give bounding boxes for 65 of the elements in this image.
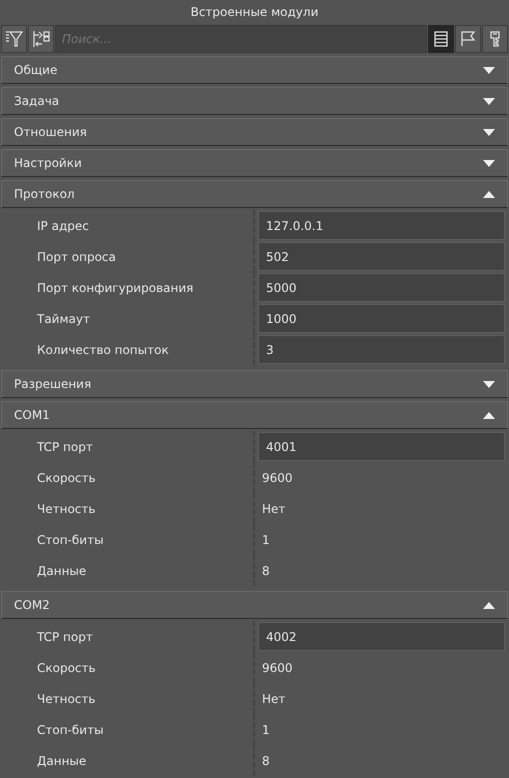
property-label: Количество попыток (37, 342, 169, 358)
list-view-button[interactable] (428, 25, 454, 53)
property-label: IP адрес (37, 218, 89, 234)
expand-arrow-icon (483, 380, 495, 388)
property-value-field[interactable]: 502 (258, 242, 505, 271)
property-value: 9600 (262, 470, 293, 486)
flag-icon (460, 31, 476, 47)
property-value: Нет (262, 690, 286, 708)
property-label: Стоп-биты (37, 722, 104, 738)
property-value: 8 (262, 752, 270, 770)
property-label: Четность (37, 500, 96, 518)
section-header[interactable]: Отношения (1, 118, 508, 146)
property-label: TCP порт (37, 438, 93, 456)
section-header[interactable]: Протокол (1, 180, 508, 208)
property-label: Скорость (37, 660, 96, 676)
property-label: Стоп-биты (37, 532, 104, 548)
sort-filter-icon (5, 30, 23, 48)
section-title: Настройки (14, 155, 82, 172)
sort-filter-button[interactable] (1, 25, 27, 53)
property-label: Таймаут (37, 310, 90, 328)
section-header[interactable]: Разрешения (1, 370, 508, 398)
property-value-field[interactable]: 3 (258, 335, 505, 364)
expand-arrow-icon (483, 128, 495, 136)
property-value-field[interactable]: 5000 (258, 273, 505, 302)
section-header[interactable]: COM1 (1, 401, 508, 429)
section-title: Разрешения (14, 376, 92, 393)
section-title: Протокол (14, 186, 75, 203)
property-value-field[interactable]: 4002 (258, 622, 505, 651)
property-label: Данные (37, 752, 86, 770)
list-icon (434, 31, 448, 47)
property-label: TCP порт (37, 628, 93, 646)
tree-arrows-icon (32, 30, 50, 48)
property-value: Нет (262, 500, 286, 518)
property-value: 1 (262, 532, 270, 548)
property-value: 1 (262, 722, 270, 738)
flag-view-button[interactable] (455, 25, 481, 53)
section-title: Общие (14, 62, 58, 79)
section-header[interactable]: Задача (1, 87, 508, 115)
property-label: Порт опроса (37, 248, 116, 266)
collapse-arrow-icon (483, 602, 495, 608)
key-view-button[interactable] (482, 25, 508, 53)
section-title: Задача (14, 93, 60, 110)
property-value-field[interactable]: 4001 (258, 432, 505, 461)
property-value-field[interactable]: 1000 (258, 304, 505, 333)
section-title: Отношения (14, 124, 87, 141)
collapse-arrow-icon (483, 190, 495, 198)
property-label: Четность (37, 690, 96, 708)
section-header[interactable]: COM2 (1, 591, 508, 619)
section-title: COM2 (14, 597, 50, 614)
property-label: Порт конфигурирования (37, 280, 194, 296)
property-label: Данные (37, 562, 86, 580)
section-header[interactable]: Настройки (1, 149, 508, 177)
expand-arrow-icon (483, 160, 495, 166)
section-header[interactable]: Общие (1, 56, 508, 84)
expand-arrow-icon (483, 66, 495, 74)
collapse-arrow-icon (483, 412, 495, 418)
property-label: Скорость (37, 470, 96, 486)
property-value-field[interactable]: 127.0.0.1 (258, 211, 505, 240)
collapse-button[interactable] (28, 25, 54, 53)
section-title: COM1 (14, 407, 50, 424)
key-icon (489, 30, 501, 48)
property-value: 8 (262, 562, 270, 580)
window-title: Встроенные модули (190, 4, 318, 21)
property-value: 9600 (262, 660, 293, 676)
expand-arrow-icon (483, 98, 495, 104)
